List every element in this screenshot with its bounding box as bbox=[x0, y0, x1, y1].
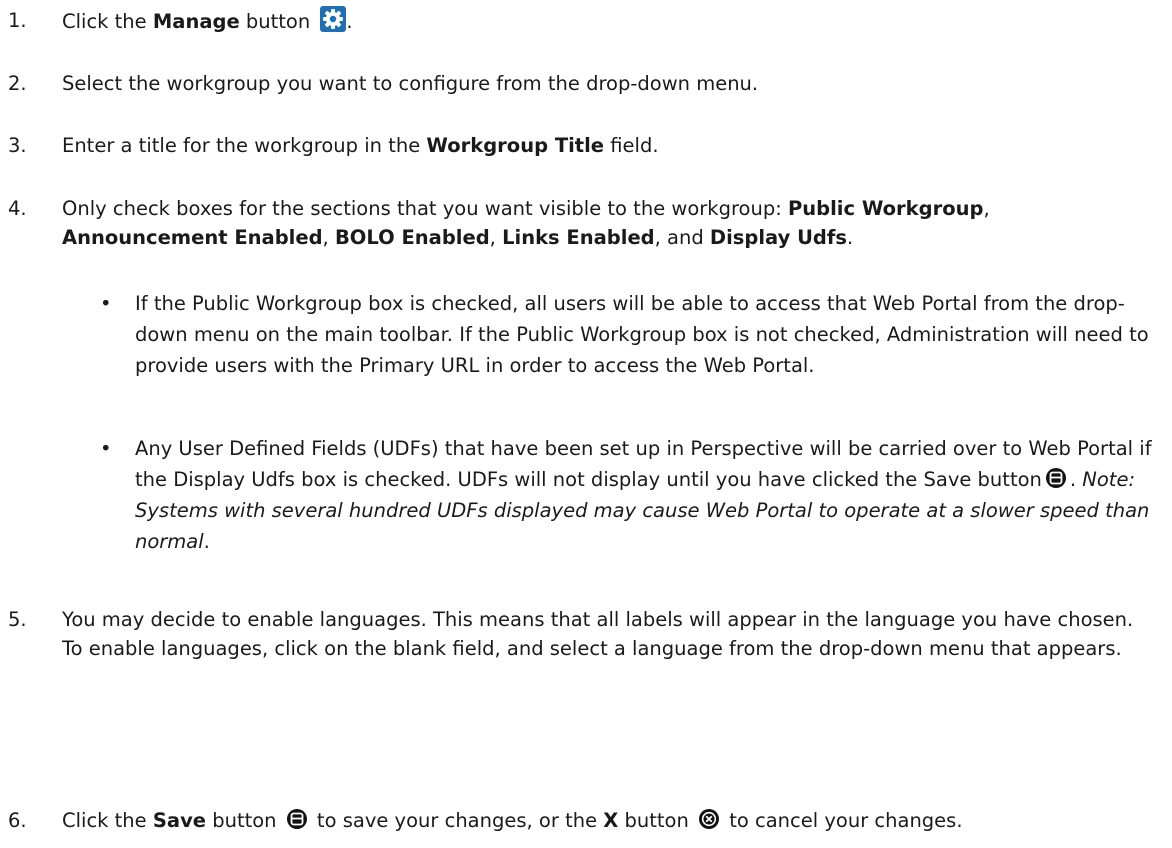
step-number: 4. bbox=[8, 197, 27, 220]
bullet-text: Any User Defined Fields (UDFs) that have… bbox=[135, 437, 1152, 553]
step-text: Click the Manage button . bbox=[62, 6, 1152, 36]
step-number: 1. bbox=[8, 9, 27, 32]
x-label: X bbox=[603, 809, 619, 832]
save-icon bbox=[1045, 467, 1067, 489]
step-text: Click the Save button to save your chang… bbox=[62, 808, 963, 832]
step-number: 2. bbox=[8, 72, 27, 95]
display-udfs-label: Display Udfs bbox=[709, 226, 847, 249]
step-text: Only check boxes for the sections that y… bbox=[62, 197, 990, 249]
workgroup-title-label: Workgroup Title bbox=[426, 134, 605, 157]
links-enabled-label: Links Enabled bbox=[502, 226, 655, 249]
bolo-enabled-label: BOLO Enabled bbox=[334, 226, 490, 249]
manage-label: Manage bbox=[152, 10, 240, 33]
cancel-x-icon bbox=[698, 808, 720, 830]
step-number: 5. bbox=[8, 608, 27, 631]
bullet-glyph: • bbox=[100, 292, 112, 315]
announcement-enabled-label: Announcement Enabled bbox=[62, 226, 323, 249]
step-number: 6. bbox=[8, 809, 27, 832]
bullet-text: If the Public Workgroup box is checked, … bbox=[135, 292, 1149, 377]
save-icon bbox=[286, 808, 308, 830]
public-workgroup-label: Public Workgroup bbox=[787, 197, 984, 220]
step-number: 3. bbox=[8, 134, 27, 157]
gear-icon bbox=[320, 6, 347, 32]
save-label: Save bbox=[152, 809, 207, 832]
step-text: Select the workgroup you want to configu… bbox=[62, 72, 759, 95]
step-text: Enter a title for the workgroup in the W… bbox=[62, 134, 659, 157]
step-text: You may decide to enable languages. This… bbox=[62, 608, 1134, 660]
bullet-glyph: • bbox=[100, 437, 112, 460]
